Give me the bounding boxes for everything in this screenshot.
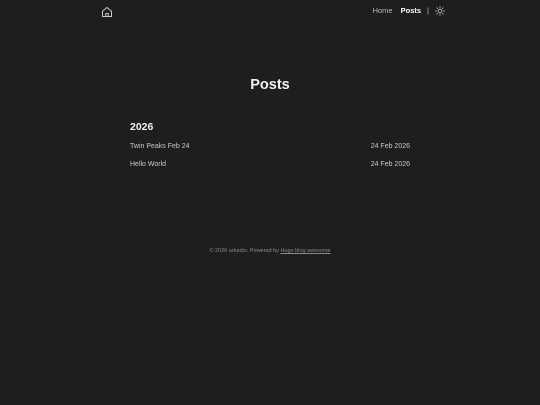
post-date: 24 Feb 2026 xyxy=(370,161,410,168)
main-nav: Home Posts | xyxy=(365,6,445,16)
home-icon xyxy=(102,7,112,17)
nav-home-link[interactable]: Home xyxy=(373,6,393,16)
nav-separator: | xyxy=(427,6,429,15)
year-heading: 2026 xyxy=(130,121,154,133)
footer-copyright: © 2026 arkadio. xyxy=(209,248,249,254)
post-date: 24 Feb 2026 xyxy=(370,143,410,150)
page-title: Posts xyxy=(250,77,290,93)
footer-theme-link[interactable]: Hugo blog awesome xyxy=(280,248,330,254)
post-item-hello-world[interactable]: Hello World 24 Feb 2026 xyxy=(130,159,410,177)
post-title: Twin Peaks Feb 24 xyxy=(130,143,190,150)
sun-icon[interactable] xyxy=(435,6,445,16)
post-title: Hello World xyxy=(130,161,167,168)
home-link[interactable] xyxy=(101,6,113,18)
post-item-twin-peaks[interactable]: Twin Peaks Feb 24 24 Feb 2026 xyxy=(130,141,410,159)
site-header: Home Posts | xyxy=(0,0,540,22)
footer-powered-by: Powered by xyxy=(249,248,279,254)
post-list: Twin Peaks Feb 24 24 Feb 2026 Hello Worl… xyxy=(130,141,410,177)
nav-posts-link[interactable]: Posts xyxy=(401,6,421,16)
site-footer: © 2026 arkadio. Powered by Hugo blog awe… xyxy=(0,248,540,254)
